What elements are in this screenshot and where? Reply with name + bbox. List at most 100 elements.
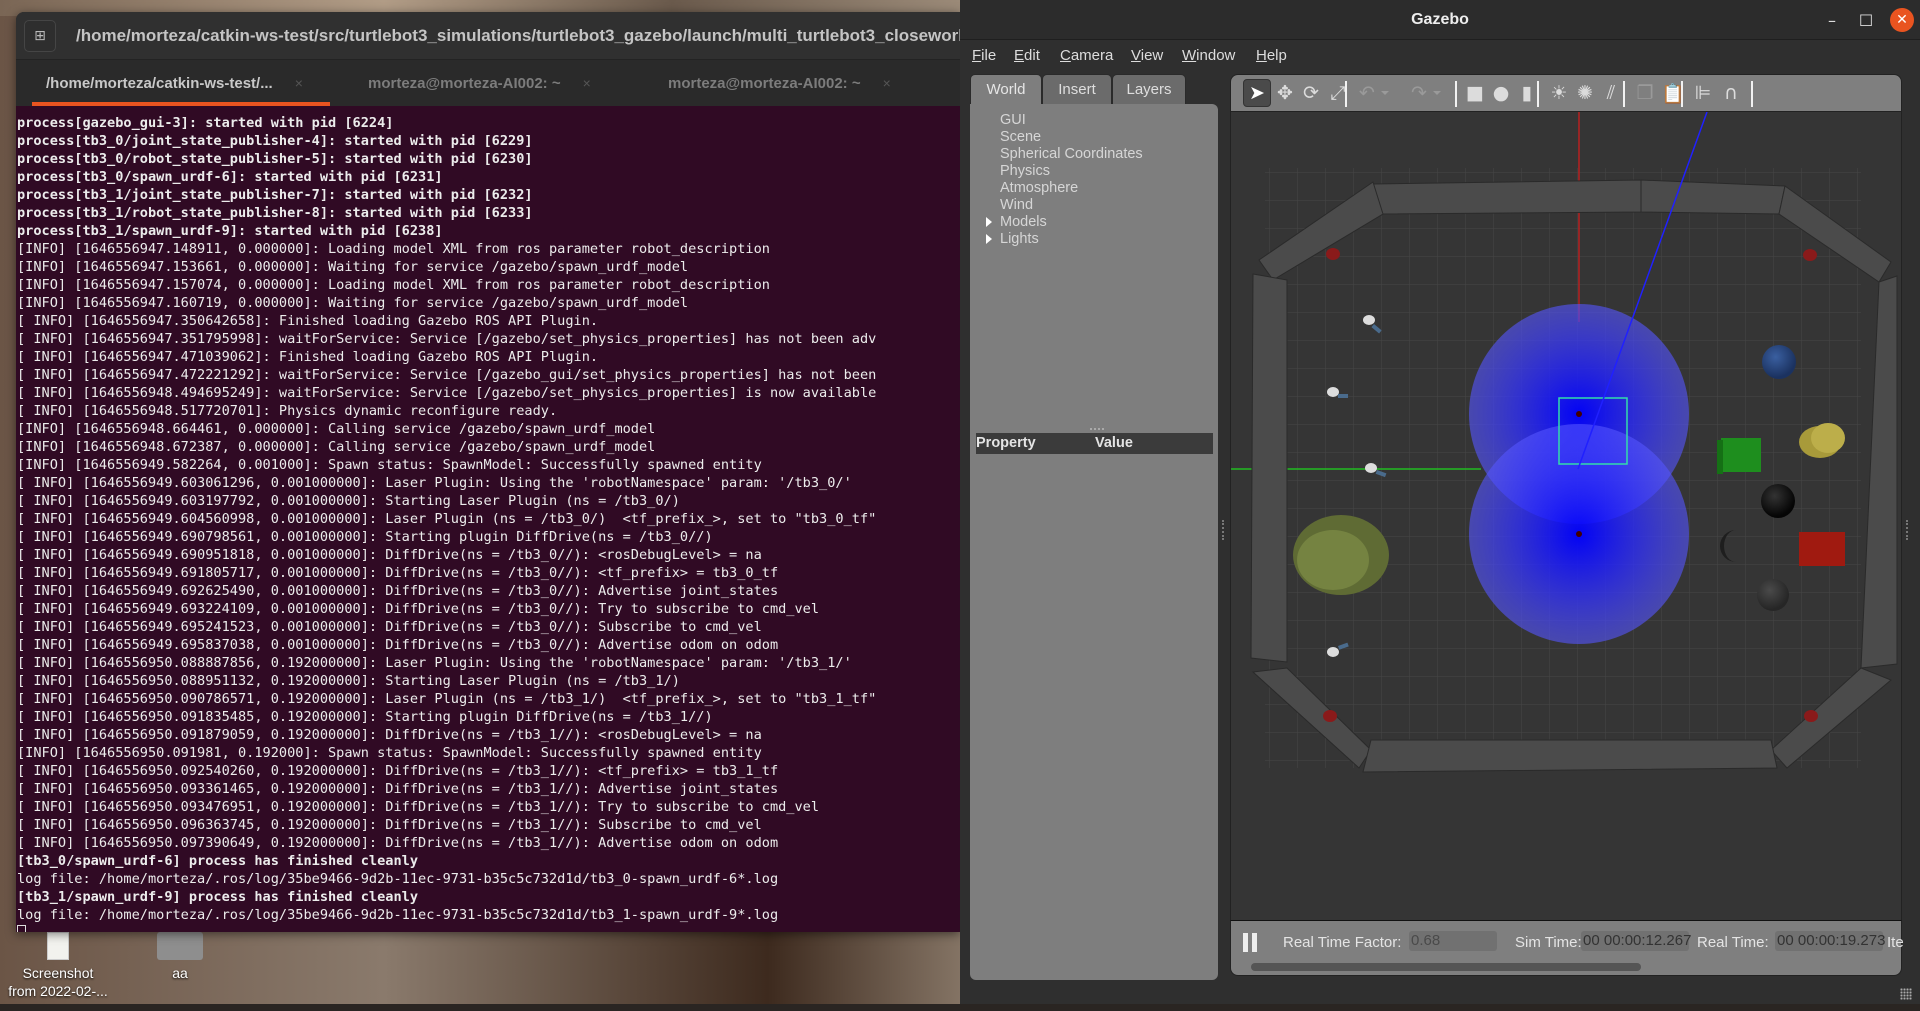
menu-label: indow — [1196, 47, 1236, 64]
menu-file[interactable]: File — [972, 40, 996, 72]
robot-tb3-1[interactable] — [1576, 531, 1582, 537]
menu-label: amera — [1070, 47, 1114, 64]
menu-camera[interactable]: Camera — [1060, 40, 1113, 72]
wall-left — [1250, 273, 1288, 663]
spot-light-icon[interactable]: ✺ — [1571, 79, 1599, 107]
person-4 — [1327, 647, 1339, 657]
desktop-icon-screenshot[interactable]: Screenshot from 2022-02-... — [3, 932, 113, 1000]
terminal-line: [ INFO] [1646556949.692625490, 0.0010000… — [17, 583, 779, 599]
terminal-line: [INFO] [1646556947.153661, 0.000000]: Wa… — [17, 259, 689, 275]
tree-item-spherical-coordinates[interactable]: Spherical Coordinates — [1000, 146, 1143, 163]
close-button[interactable]: ✕ — [1890, 8, 1914, 32]
point-light-icon[interactable]: ☀ — [1545, 79, 1573, 107]
close-tab-icon[interactable]: × — [295, 75, 303, 91]
terminal-window[interactable]: ⊞ /home/morteza/catkin-ws-test/src/turtl… — [16, 12, 960, 932]
chevron-down-icon[interactable] — [1433, 91, 1441, 95]
menu-view[interactable]: View — [1131, 40, 1163, 72]
menu-help[interactable]: Help — [1256, 40, 1287, 72]
maximize-icon: ☐ — [1858, 10, 1874, 30]
terminal-tab-3[interactable]: morteza@morteza-AI002: ~ × — [646, 60, 946, 106]
screenshot-thumbnail-icon — [47, 932, 69, 960]
menu-label: iew — [1140, 47, 1164, 64]
scale-mode-icon[interactable]: ⤢ — [1324, 79, 1352, 107]
expand-arrow-icon[interactable] — [986, 234, 992, 244]
iterations-label: Ite — [1887, 934, 1903, 951]
tree-item-lights[interactable]: Lights — [986, 231, 1039, 248]
terminal-line: [ INFO] [1646556950.091879059, 0.1920000… — [17, 727, 762, 743]
wall-bottom — [1362, 739, 1778, 773]
copy-icon[interactable]: ❐ — [1631, 79, 1659, 107]
terminal-line: [ INFO] [1646556949.604560998, 0.0010000… — [17, 511, 877, 527]
green-box[interactable] — [1721, 438, 1761, 472]
desktop-icon-label-2: from 2022-02-... — [8, 983, 108, 999]
terminal-line: process[tb3_1/joint_state_publisher-7]: … — [17, 187, 533, 203]
tree-item-wind[interactable]: Wind — [1000, 197, 1033, 214]
terminal-output[interactable]: process[gazebo_gui-3]: started with pid … — [16, 106, 960, 932]
robot-tb3-0[interactable] — [1576, 411, 1582, 417]
sphere-shape-icon[interactable]: ● — [1487, 79, 1515, 107]
new-tab-icon: ⊞ — [34, 28, 46, 44]
tree-item-scene[interactable]: Scene — [1000, 129, 1041, 146]
new-tab-button[interactable]: ⊞ — [24, 20, 56, 52]
black-sphere[interactable] — [1761, 484, 1795, 518]
select-mode-icon[interactable]: ➤ — [1243, 79, 1271, 107]
snap-icon[interactable]: ∩ — [1717, 79, 1745, 107]
tab-world[interactable]: World — [970, 74, 1042, 105]
terminal-line: [ INFO] [1646556949.690951818, 0.0010000… — [17, 547, 762, 563]
desktop-icon-aa[interactable]: aa — [125, 932, 235, 982]
terminal-line: [ INFO] [1646556949.695241523, 0.0010000… — [17, 619, 762, 635]
grey-sphere[interactable] — [1757, 579, 1789, 611]
gazebo-window[interactable]: Gazebo – ☐ ✕ File Edit Camera View Windo… — [960, 0, 1920, 1004]
pause-icon[interactable] — [1243, 933, 1259, 952]
wall-top — [1372, 179, 1642, 215]
left-panel-resize-handle[interactable] — [1222, 520, 1225, 540]
person-2 — [1327, 387, 1339, 397]
maximize-button[interactable]: ☐ — [1854, 8, 1878, 32]
world-tree[interactable]: GUI Scene Spherical Coordinates Physics … — [970, 104, 1218, 980]
property-column-header: Property — [976, 435, 1036, 451]
red-box[interactable] — [1799, 532, 1845, 566]
tab-insert[interactable]: Insert — [1042, 74, 1112, 104]
tree-item-atmosphere[interactable]: Atmosphere — [1000, 180, 1078, 197]
terminal-tab-2[interactable]: morteza@morteza-AI002: ~ × — [346, 60, 646, 106]
terminal-line: [INFO] [1646556948.664461, 0.000000]: Ca… — [17, 421, 656, 437]
close-tab-icon[interactable]: × — [883, 75, 891, 91]
toolbar-separator — [1537, 81, 1539, 107]
terminal-line: log file: /home/morteza/.ros/log/35be946… — [17, 907, 779, 923]
menu-mnemonic: V — [1131, 47, 1141, 64]
terminal-line: [ INFO] [1646556950.097390649, 0.1920000… — [17, 835, 779, 851]
3d-viewport[interactable] — [1230, 112, 1902, 920]
window-resize-grip[interactable] — [1900, 988, 1912, 1000]
chevron-down-icon[interactable] — [1381, 91, 1389, 95]
undo-icon[interactable]: ↶ — [1353, 79, 1381, 107]
redo-icon[interactable]: ↷ — [1405, 79, 1433, 107]
status-bar: Real Time Factor: 0.68 Sim Time: 00 00:0… — [1230, 920, 1903, 976]
tree-item-physics[interactable]: Physics — [1000, 163, 1050, 180]
tree-item-models[interactable]: Models — [986, 214, 1047, 231]
directional-light-icon[interactable]: ⫽ — [1597, 79, 1625, 107]
menu-edit[interactable]: Edit — [1014, 40, 1040, 72]
menu-window[interactable]: Window — [1182, 40, 1235, 72]
terminal-tab-1[interactable]: /home/morteza/catkin-ws-test/... × — [24, 60, 330, 106]
tab-layers[interactable]: Layers — [1112, 74, 1186, 104]
gazebo-titlebar[interactable]: Gazebo – ☐ ✕ — [960, 0, 1920, 40]
expand-arrow-icon[interactable] — [986, 217, 992, 227]
terminal-line: [ INFO] [1646556947.351795998]: waitForS… — [17, 331, 877, 347]
close-tab-icon[interactable]: × — [583, 75, 591, 91]
align-icon[interactable]: ⊫ — [1689, 79, 1717, 107]
tree-item-gui[interactable]: GUI — [1000, 112, 1026, 129]
status-horizontal-scrollbar[interactable] — [1251, 963, 1641, 971]
translate-mode-icon[interactable]: ✥ — [1271, 79, 1299, 107]
tree-item-label: Lights — [1000, 231, 1039, 247]
terminal-headerbar[interactable]: ⊞ /home/morteza/catkin-ws-test/src/turtl… — [16, 12, 960, 60]
stop-sign-bottom-right — [1804, 710, 1818, 722]
close-icon: ✕ — [1896, 12, 1908, 28]
rotate-mode-icon[interactable]: ⟳ — [1297, 79, 1325, 107]
panel-splitter-handle[interactable] — [1090, 428, 1104, 430]
stop-sign-top-left — [1326, 248, 1340, 260]
person-1 — [1363, 315, 1375, 325]
blue-sphere[interactable] — [1762, 345, 1796, 379]
minimize-button[interactable]: – — [1820, 8, 1844, 32]
terminal-cursor — [17, 925, 26, 932]
box-shape-icon[interactable]: ■ — [1461, 79, 1489, 107]
